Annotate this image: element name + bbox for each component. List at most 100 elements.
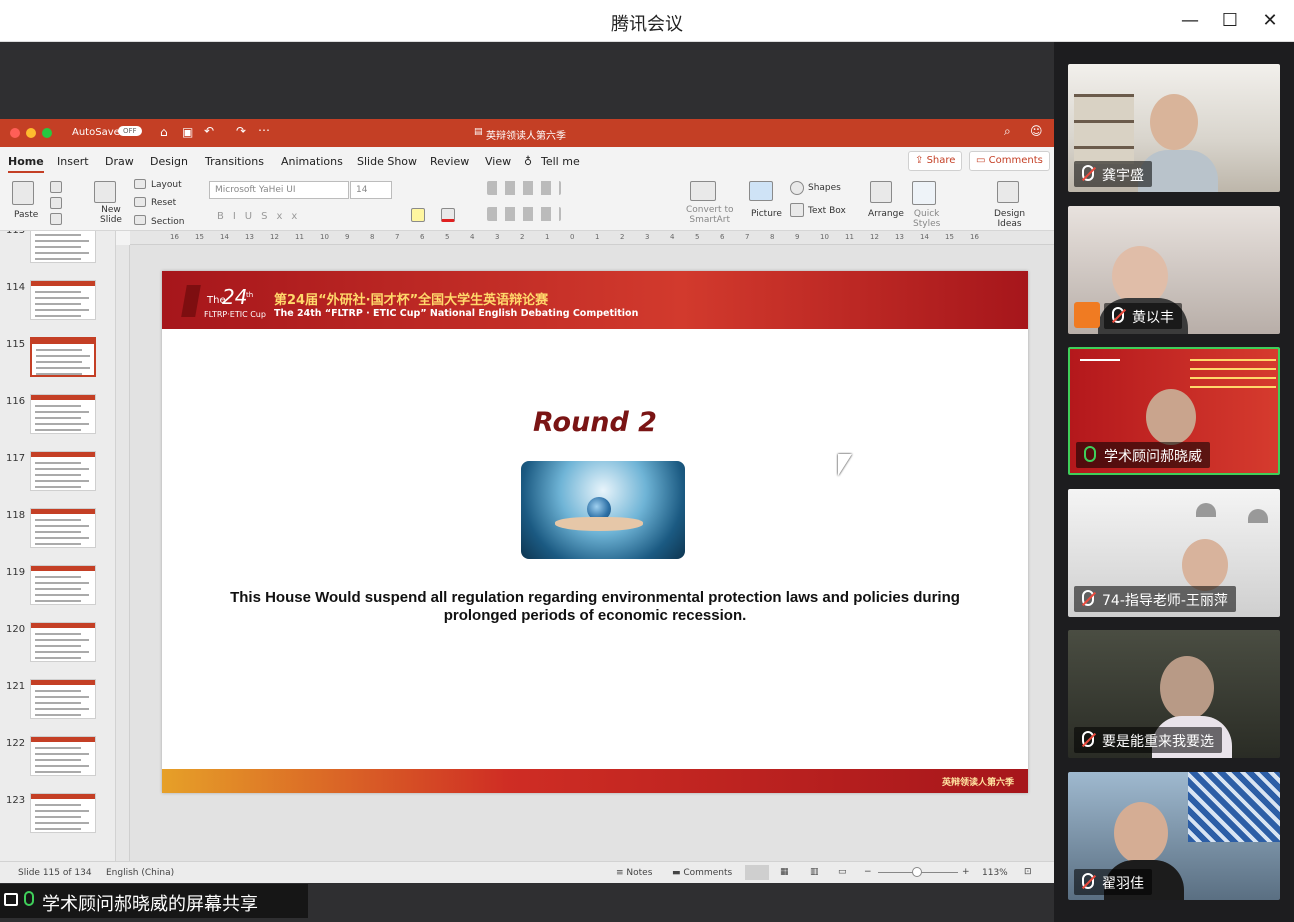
redo-icon[interactable]: ↷ (236, 124, 246, 138)
thumbnail-preview[interactable] (30, 508, 96, 548)
arrange-icon[interactable] (870, 181, 892, 203)
tab-animations[interactable]: Animations (281, 155, 343, 168)
tell-me-field[interactable]: Tell me (541, 155, 580, 168)
thumbnail-preview[interactable] (30, 622, 96, 662)
thumbnail-preview[interactable] (30, 337, 96, 377)
zoom-slider-thumb[interactable] (912, 867, 922, 877)
participant-tile-1[interactable]: 龚宇盛 (1068, 64, 1280, 192)
notes-button[interactable]: ≡ Notes (616, 868, 652, 878)
ruler-tick: 15 (195, 233, 204, 241)
more-icon[interactable]: ⋯ (258, 123, 270, 137)
thumbnail-preview[interactable] (30, 394, 96, 434)
paste-icon[interactable] (12, 181, 34, 205)
layout-button[interactable]: Layout (151, 180, 182, 190)
maximize-button[interactable]: ☐ (1218, 9, 1242, 33)
slide-thumbnail[interactable]: 119 (0, 561, 115, 618)
tab-review[interactable]: Review (430, 155, 469, 168)
new-slide-icon[interactable] (94, 181, 116, 203)
slide-thumbnails-pane[interactable]: 113 114 115 116 117 118 119 120 121 122 123 (0, 231, 116, 861)
close-button[interactable]: ✕ (1258, 9, 1282, 33)
thumbnail-preview[interactable] (30, 679, 96, 719)
copy-icon[interactable] (50, 197, 62, 209)
normal-view-icon[interactable] (745, 865, 769, 880)
section-button[interactable]: Section (151, 217, 184, 227)
tab-insert[interactable]: Insert (57, 155, 89, 168)
tab-transitions[interactable]: Transitions (205, 155, 264, 168)
thumbnail-preview[interactable] (30, 736, 96, 776)
screen-share-indicator[interactable]: 学术顾问郝晓威的屏幕共享 (0, 884, 308, 918)
slide-thumbnail[interactable]: 123 (0, 789, 115, 846)
align-icons[interactable] (487, 207, 561, 221)
thumbnail-preview[interactable] (30, 231, 96, 263)
list-icons[interactable] (487, 181, 561, 195)
home-icon[interactable]: ⌂ (160, 125, 168, 139)
quick-styles-icon[interactable] (912, 181, 936, 205)
ruler-tick: 10 (820, 233, 829, 241)
zoom-in-icon[interactable]: + (962, 867, 970, 877)
search-icon[interactable]: ⌕ (1004, 124, 1011, 139)
ppt-close-dot[interactable] (10, 128, 20, 138)
thumbnail-preview[interactable] (30, 280, 96, 320)
thumbnail-preview[interactable] (30, 565, 96, 605)
slide-thumbnail[interactable]: 116 (0, 390, 115, 447)
new-slide-label[interactable]: New Slide (100, 205, 122, 225)
reset-button[interactable]: Reset (151, 198, 176, 208)
smartart-icon[interactable] (690, 181, 716, 201)
tab-slide-show[interactable]: Slide Show (357, 155, 417, 168)
highlight-icon[interactable] (411, 208, 425, 222)
participant-tile-4[interactable]: 74-指导老师-王丽萍 (1068, 489, 1280, 617)
zoom-level[interactable]: 113% (982, 868, 1008, 878)
text-format-icons[interactable]: BIUSxx (217, 211, 306, 222)
tab-draw[interactable]: Draw (105, 155, 134, 168)
slide-thumbnail[interactable]: 122 (0, 732, 115, 789)
participant-tile-3[interactable]: 学术顾问郝晓威 (1068, 347, 1280, 475)
participant-tile-6[interactable]: 翟羽佳 (1068, 772, 1280, 900)
slide-sorter-icon[interactable]: ▦ (780, 867, 789, 877)
slide-thumbnail[interactable]: 117 (0, 447, 115, 504)
minimize-button[interactable]: — (1178, 9, 1202, 33)
design-ideas-icon[interactable] (997, 181, 1019, 203)
slide-thumbnail[interactable]: 120 (0, 618, 115, 675)
current-slide[interactable]: The 24 th FLTRP·ETIC Cup 第24届“外研社·国才杯”全国… (162, 271, 1028, 793)
format-painter-icon[interactable] (50, 213, 62, 225)
slideshow-icon[interactable]: ▭ (838, 867, 847, 877)
thumbnail-preview[interactable] (30, 793, 96, 833)
tab-view[interactable]: View (485, 155, 511, 168)
tab-home[interactable]: Home (8, 155, 44, 173)
slide-thumbnail[interactable]: 113 (0, 231, 115, 276)
fit-slide-icon[interactable]: ⊡ (1024, 867, 1032, 877)
document-title[interactable]: 英辩领读人第六季 (486, 127, 566, 142)
smiley-icon[interactable]: ☺ (1030, 124, 1043, 138)
autosave-toggle[interactable]: OFF (118, 126, 142, 136)
font-name-select[interactable]: Microsoft YaHei UI (209, 181, 349, 199)
ruler-tick: 9 (345, 233, 350, 241)
save-icon[interactable]: ▣ (182, 125, 193, 139)
zoom-out-icon[interactable]: − (864, 867, 872, 877)
undo-icon[interactable]: ↶ (204, 124, 214, 138)
slide-thumbnail[interactable]: 114 (0, 276, 115, 333)
slide-thumbnail[interactable]: 121 (0, 675, 115, 732)
ppt-titlebar: AutoSave OFF ⌂ ▣ ↶ ↷ ⋯ ▤ 英辩领读人第六季 ⌕ ☺ (0, 119, 1054, 147)
shapes-button[interactable]: Shapes (808, 183, 841, 193)
convert-smartart-label[interactable]: Convert to SmartArt (686, 205, 733, 225)
font-color-icon[interactable] (441, 208, 455, 222)
share-button[interactable]: ⇪ Share (908, 151, 963, 171)
slide-thumbnail[interactable]: 115 (0, 333, 115, 390)
slide-canvas[interactable]: The 24 th FLTRP·ETIC Cup 第24届“外研社·国才杯”全国… (130, 245, 1054, 861)
textbox-button[interactable]: Text Box (808, 206, 846, 216)
comments-button[interactable]: ▭ Comments (969, 151, 1050, 171)
font-size-select[interactable]: 14 (350, 181, 392, 199)
picture-icon[interactable] (749, 181, 773, 201)
paste-label: Paste (14, 210, 39, 220)
tab-design[interactable]: Design (150, 155, 188, 168)
language-indicator[interactable]: English (China) (106, 868, 174, 878)
cut-icon[interactable] (50, 181, 62, 193)
slide-thumbnail[interactable]: 118 (0, 504, 115, 561)
ppt-minimize-dot[interactable] (26, 128, 36, 138)
ppt-zoom-dot[interactable] (42, 128, 52, 138)
participant-tile-2[interactable]: 黄以丰 (1068, 206, 1280, 334)
reading-view-icon[interactable]: ▥ (810, 867, 819, 877)
participant-tile-5[interactable]: 要是能重来我要选 (1068, 630, 1280, 758)
comments-status-button[interactable]: ▬ Comments (672, 868, 732, 878)
thumbnail-preview[interactable] (30, 451, 96, 491)
